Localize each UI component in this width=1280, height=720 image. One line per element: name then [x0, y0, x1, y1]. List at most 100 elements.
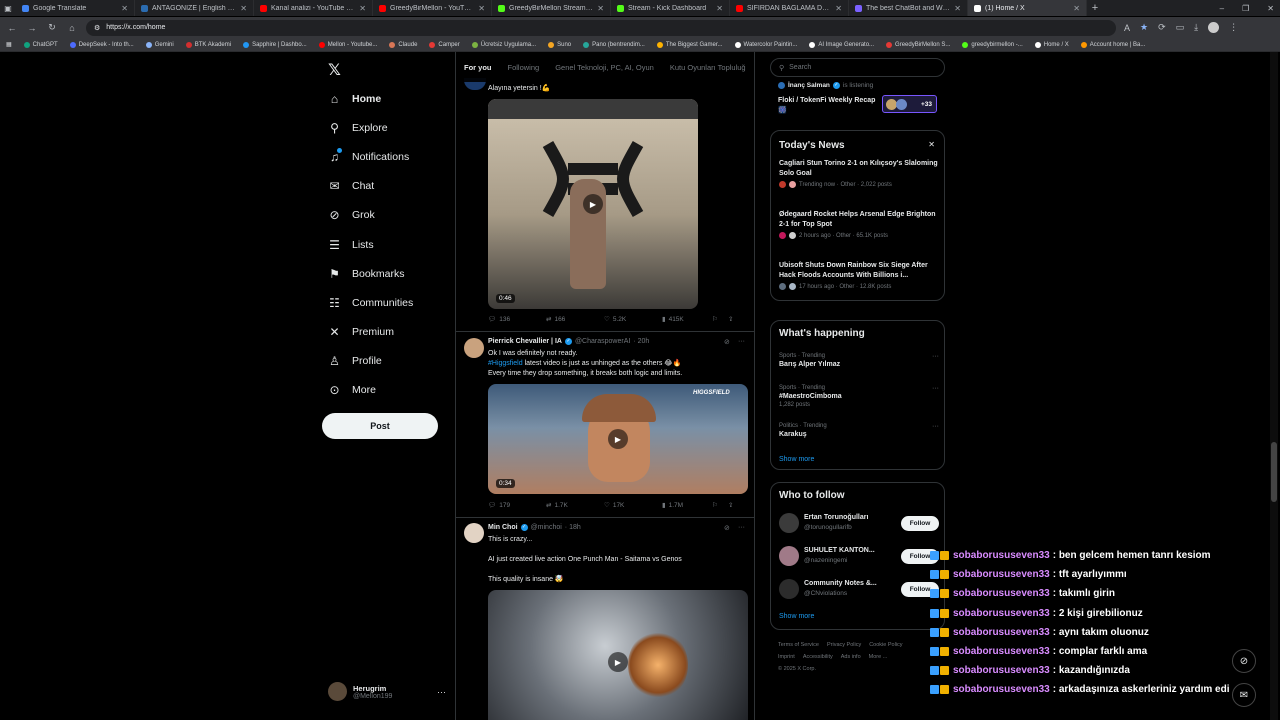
nav-item-communities[interactable]: ☷ Communities — [328, 296, 413, 310]
bookmark-item[interactable]: Account home | Ba... — [1080, 41, 1145, 48]
tweet-video[interactable]: HIGGSFIELD ▶ 0:34 — [488, 384, 748, 494]
avatar[interactable] — [464, 523, 484, 543]
browser-tab[interactable]: GreedyBirMellon - YouTube ✕ — [373, 0, 492, 16]
nav-item-profile[interactable]: ♙ Profile — [328, 354, 382, 368]
repost-button[interactable]: ⇄ 1.7K — [546, 501, 604, 510]
scrollbar-thumb[interactable] — [1271, 442, 1277, 502]
news-item[interactable]: Ødegaard Rocket Helps Arsenal Edge Brigh… — [779, 210, 939, 239]
like-button[interactable]: ♡ 17K — [604, 501, 662, 510]
close-tab-icon[interactable]: ✕ — [835, 4, 842, 13]
browser-tab[interactable]: (1) Home / X ✕ — [968, 0, 1087, 16]
news-item[interactable]: Ubisoft Shuts Down Rainbow Six Siege Aft… — [779, 261, 939, 290]
bookmark-item[interactable]: Sapphire | Dashbo... — [243, 41, 307, 48]
footer-link[interactable]: Cookie Policy — [869, 642, 902, 648]
nav-item-premium[interactable]: ✕ Premium — [328, 325, 394, 339]
bookmark-item[interactable]: Pano (bentrendim... — [583, 41, 645, 48]
views-button[interactable]: ▮ 415K — [662, 315, 712, 324]
translate-icon[interactable]: A — [1124, 23, 1130, 33]
footer-link[interactable]: More ... — [869, 654, 888, 660]
suggestion-name[interactable]: SUHULET KANTON... — [804, 547, 875, 554]
apps-icon[interactable]: ▦ — [6, 41, 12, 48]
share-button[interactable]: ⇪ — [728, 315, 733, 323]
show-more-link[interactable]: Show more — [779, 613, 814, 620]
feed-tab[interactable]: Following — [500, 63, 548, 72]
avatar[interactable] — [779, 579, 799, 599]
nav-item-bookmarks[interactable]: ⚑ Bookmarks — [328, 267, 404, 281]
browser-menu-icon[interactable]: ▣ — [0, 4, 16, 13]
tweet-time[interactable]: · 18h — [565, 524, 581, 531]
suggestion-name[interactable]: Community Notes &... — [804, 580, 877, 587]
bookmark-item[interactable]: GreedyBirMellon S... — [886, 41, 950, 48]
live-space-card[interactable]: İnanç Salman ✓ is listening Floki / Toke… — [778, 82, 943, 114]
grok-floating-icon[interactable]: ⊘ — [1232, 649, 1256, 673]
bookmark-item[interactable]: Ücretsiz Uygulama... — [471, 41, 536, 48]
play-icon[interactable]: ▶ — [583, 194, 603, 214]
bookmark-item[interactable]: Home / X — [1034, 41, 1069, 48]
account-switcher[interactable]: Herugrim @Mellon199 ··· — [328, 682, 446, 701]
nav-item-grok[interactable]: ⊘ Grok — [328, 208, 374, 222]
bookmark-item[interactable]: Watercolor Paintin... — [734, 41, 797, 48]
bookmark-item[interactable]: BTK Akademi — [185, 41, 231, 48]
scrollbar[interactable] — [1270, 52, 1278, 720]
close-tab-icon[interactable]: ✕ — [121, 4, 128, 13]
nav-item-notifications[interactable]: ♫ Notifications — [328, 148, 409, 164]
close-tab-icon[interactable]: ✕ — [359, 4, 366, 13]
reload-icon[interactable]: ↻ — [46, 22, 58, 33]
close-tab-icon[interactable]: ✕ — [240, 4, 247, 13]
follow-button[interactable]: Follow — [901, 516, 939, 531]
avatar[interactable] — [464, 338, 484, 358]
nav-item-lists[interactable]: ☰ Lists — [328, 238, 373, 252]
bookmark-button[interactable]: ⚐ — [712, 315, 728, 323]
split-icon[interactable]: ▭ — [1176, 22, 1185, 33]
downloads-icon[interactable]: ⤓ — [1194, 22, 1198, 33]
close-tab-icon[interactable]: ✕ — [1073, 4, 1080, 13]
grok-icon[interactable]: ⊘ — [724, 524, 730, 532]
footer-link[interactable]: Terms of Service — [778, 642, 819, 648]
browser-tab[interactable]: The best ChatBot and Widgets for ✕ — [849, 0, 968, 16]
new-tab-button[interactable]: + — [1087, 2, 1103, 14]
bookmark-item[interactable]: Suno — [548, 41, 571, 48]
close-tab-icon[interactable]: ✕ — [478, 4, 485, 13]
browser-tab[interactable]: Kanal analizi - YouTube Studio ✕ — [254, 0, 373, 16]
bookmark-item[interactable]: DeepSeek - Into th... — [69, 41, 134, 48]
play-icon[interactable]: ▶ — [608, 652, 628, 672]
messages-floating-icon[interactable]: ✉ — [1232, 683, 1256, 707]
bookmark-item[interactable]: ChatGPT — [23, 41, 58, 48]
author-name[interactable]: Min Choi — [488, 524, 518, 531]
browser-tab[interactable]: Stream - Kick Dashboard ✕ — [611, 0, 730, 16]
feed-tab[interactable]: For you — [456, 63, 500, 72]
like-button[interactable]: ♡ 5.2K — [604, 315, 662, 324]
browser-tab[interactable]: ANTAGONIZE | English meaning ✕ — [135, 0, 254, 16]
maximize-icon[interactable]: ❐ — [1242, 4, 1249, 13]
footer-link[interactable]: Imprint — [778, 654, 795, 660]
close-tab-icon[interactable]: ✕ — [954, 4, 961, 13]
url-input[interactable]: ⚙ https://x.com/home — [86, 19, 1116, 36]
nav-item-home[interactable]: ⌂ Home — [328, 92, 381, 106]
bookmark-button[interactable]: ⚐ — [712, 501, 728, 509]
forward-icon[interactable]: → — [26, 23, 38, 33]
avatar[interactable] — [779, 546, 799, 566]
more-dots-icon[interactable]: ··· — [738, 524, 745, 531]
close-tab-icon[interactable]: ✕ — [597, 4, 604, 13]
star-icon[interactable]: ★ — [1140, 22, 1148, 33]
hashtag-link[interactable]: #Higgsfield — [488, 360, 523, 367]
feed-tab[interactable]: Kutu Oyunları Topluluğ — [662, 63, 754, 72]
profile-icon[interactable] — [1208, 22, 1220, 33]
more-dots-icon[interactable]: ··· — [932, 423, 939, 430]
bookmark-item[interactable]: Gemini — [145, 41, 174, 48]
post-button[interactable]: Post — [322, 413, 438, 439]
browser-tab[interactable]: SIFIRDAN BAĞLAMA DERSİ 3 (EN✕ — [730, 0, 849, 16]
more-dots-icon[interactable]: ··· — [932, 385, 939, 392]
tweet-video[interactable]: ▶ — [488, 590, 748, 720]
author-name[interactable]: Pierrick Chevallier | IA — [488, 338, 562, 345]
more-dots-icon[interactable]: ··· — [738, 338, 745, 345]
suggestion-name[interactable]: Ertan Torunoğulları — [804, 514, 868, 521]
share-button[interactable]: ⇪ — [728, 501, 733, 509]
search-input[interactable]: ⚲ Search — [770, 58, 945, 77]
bookmark-item[interactable]: greedybirmellon -... — [962, 41, 1023, 48]
home-browser-icon[interactable]: ⌂ — [66, 23, 78, 33]
extension-icon[interactable]: ⟳ — [1158, 22, 1166, 33]
footer-link[interactable]: Accessibility — [803, 654, 833, 660]
kebab-menu-icon[interactable]: ⋮ — [1229, 22, 1238, 33]
nav-item-explore[interactable]: ⚲ Explore — [328, 121, 388, 135]
